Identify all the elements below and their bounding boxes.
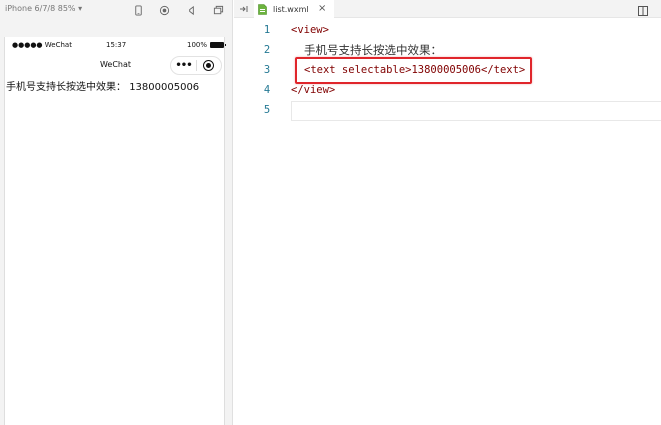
annotation-highlight-box [295, 57, 532, 84]
wxml-file-icon [258, 3, 267, 15]
split-editor-icon[interactable] [637, 2, 651, 16]
code-text: </view> [291, 84, 336, 96]
signal-indicator: ●●●●● WeChat [12, 41, 72, 49]
simulator-toolbar: iPhone 6/7/8 85% ▾ [0, 0, 233, 20]
battery-icon [210, 42, 227, 48]
line-number: 5 [263, 104, 271, 116]
navigation-bar: WeChat ••• [5, 55, 226, 75]
code-line-current: 5 [234, 101, 661, 121]
code-text: 手机号支持长按选中效果： [304, 43, 442, 57]
close-tab-icon[interactable]: × [318, 3, 326, 14]
status-time: 15:37 [106, 41, 127, 49]
code-line: 4 </view> [234, 81, 661, 101]
page-content: 手机号支持长按选中效果： 13800005006 [6, 78, 199, 93]
editor-tab-bar: list.wxml × [234, 0, 661, 18]
phone-icon[interactable] [131, 3, 145, 17]
close-miniprogram-icon[interactable] [197, 60, 221, 71]
tab-filename: list.wxml [273, 4, 309, 14]
current-line-highlight [291, 101, 661, 121]
detach-icon[interactable] [238, 3, 250, 15]
line-number: 2 [263, 44, 271, 56]
battery-indicator: 100% [187, 41, 227, 49]
tab-list-wxml[interactable]: list.wxml × [254, 0, 334, 18]
line-number: 4 [263, 84, 271, 96]
sound-icon[interactable] [184, 3, 198, 17]
line-number: 3 [263, 64, 271, 76]
status-bar: ●●●●● WeChat 15:37 100% [5, 37, 227, 53]
line-number: 1 [263, 24, 271, 36]
code-text: <view> [291, 24, 329, 36]
battery-percent: 100% [187, 41, 208, 49]
selectable-phone-number[interactable]: 13800005006 [129, 82, 199, 93]
phone-screen: ●●●●● WeChat 15:37 100% WeChat ••• 手机号支持… [4, 37, 227, 425]
content-label: 手机号支持长按选中效果： [6, 82, 126, 93]
window-icon[interactable] [211, 3, 225, 17]
simulator-panel: iPhone 6/7/8 85% ▾ ●●●●● WeChat 15:37 10… [0, 0, 233, 425]
more-icon[interactable]: ••• [171, 60, 196, 71]
devtools-window: iPhone 6/7/8 85% ▾ ●●●●● WeChat 15:37 10… [0, 0, 661, 425]
code-line: 1 <view> [234, 21, 661, 41]
record-icon[interactable] [157, 3, 171, 17]
device-select[interactable]: iPhone 6/7/8 85% ▾ [5, 4, 82, 13]
menu-capsule: ••• [170, 56, 222, 75]
